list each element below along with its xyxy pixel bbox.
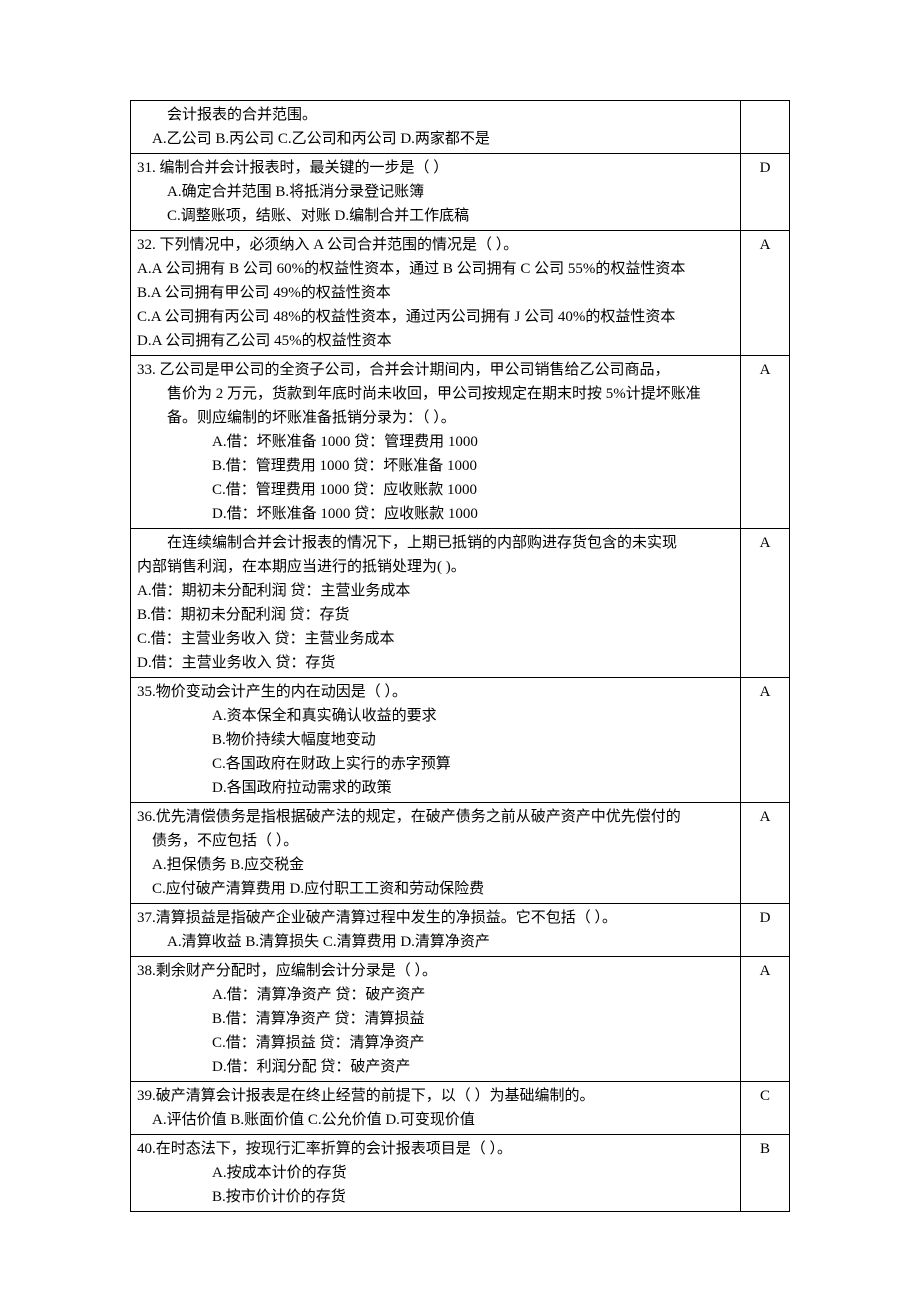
question-line: C.调整账项，结账、对账 D.编制合并工作底稿 xyxy=(137,204,734,228)
question-line: A.担保债务 B.应交税金 xyxy=(137,853,734,877)
question-line: 在连续编制合并会计报表的情况下，上期已抵销的内部购进存货包含的未实现 xyxy=(137,531,734,555)
question-line: B.借：期初未分配利润 贷：存货 xyxy=(137,603,734,627)
answer-cell: A xyxy=(741,529,790,678)
question-line: C.借：管理费用 1000 贷：应收账款 1000 xyxy=(137,478,734,502)
question-line: A.A 公司拥有 B 公司 60%的权益性资本，通过 B 公司拥有 C 公司 5… xyxy=(137,257,734,281)
table-row: 在连续编制合并会计报表的情况下，上期已抵销的内部购进存货包含的未实现内部销售利润… xyxy=(131,529,790,678)
question-line: 37.清算损益是指破产企业破产清算过程中发生的净损益。它不包括（ ）。 xyxy=(137,906,734,930)
question-line: A.评估价值 B.账面价值 C.公允价值 D.可变现价值 xyxy=(137,1108,734,1132)
answer-cell: A xyxy=(741,957,790,1082)
question-line: 债务，不应包括（ ）。 xyxy=(137,829,734,853)
question-line: 33. 乙公司是甲公司的全资子公司，合并会计期间内，甲公司销售给乙公司商品， xyxy=(137,358,734,382)
question-cell: 39.破产清算会计报表是在终止经营的前提下，以（ ）为基础编制的。A.评估价值 … xyxy=(131,1082,741,1135)
question-line: C.各国政府在财政上实行的赤字预算 xyxy=(137,752,734,776)
question-line: C.借：主营业务收入 贷：主营业务成本 xyxy=(137,627,734,651)
question-line: C.A 公司拥有丙公司 48%的权益性资本，通过丙公司拥有 J 公司 40%的权… xyxy=(137,305,734,329)
answer-cell xyxy=(741,101,790,154)
question-line: B.物价持续大幅度地变动 xyxy=(137,728,734,752)
question-line: D.各国政府拉动需求的政策 xyxy=(137,776,734,800)
question-cell: 31. 编制合并会计报表时，最关键的一步是（ ）A.确定合并范围 B.将抵消分录… xyxy=(131,154,741,231)
question-line: 售价为 2 万元，货款到年底时尚未收回，甲公司按规定在期末时按 5%计提坏账准 xyxy=(137,382,734,406)
question-line: 会计报表的合并范围。 xyxy=(137,103,734,127)
question-line: 40.在时态法下，按现行汇率折算的会计报表项目是（ ）。 xyxy=(137,1137,734,1161)
table-row: 35.物价变动会计产生的内在动因是（ ）。A.资本保全和真实确认收益的要求B.物… xyxy=(131,678,790,803)
question-line: A.确定合并范围 B.将抵消分录登记账簿 xyxy=(137,180,734,204)
question-line: A.借：期初未分配利润 贷：主营业务成本 xyxy=(137,579,734,603)
table-row: 32. 下列情况中，必须纳入 A 公司合并范围的情况是（ ）。A.A 公司拥有 … xyxy=(131,231,790,356)
question-line: B.按市价计价的存货 xyxy=(137,1185,734,1209)
question-cell: 在连续编制合并会计报表的情况下，上期已抵销的内部购进存货包含的未实现内部销售利润… xyxy=(131,529,741,678)
question-line: A.清算收益 B.清算损失 C.清算费用 D.清算净资产 xyxy=(137,930,734,954)
question-cell: 会计报表的合并范围。A.乙公司 B.丙公司 C.乙公司和丙公司 D.两家都不是 xyxy=(131,101,741,154)
question-line: A.资本保全和真实确认收益的要求 xyxy=(137,704,734,728)
question-line: C.应付破产清算费用 D.应付职工工资和劳动保险费 xyxy=(137,877,734,901)
table-row: 39.破产清算会计报表是在终止经营的前提下，以（ ）为基础编制的。A.评估价值 … xyxy=(131,1082,790,1135)
question-line: 38.剩余财产分配时，应编制会计分录是（ ）。 xyxy=(137,959,734,983)
question-line: B.借：清算净资产 贷：清算损益 xyxy=(137,1007,734,1031)
answer-cell: A xyxy=(741,356,790,529)
answer-cell: D xyxy=(741,904,790,957)
answer-cell: B xyxy=(741,1135,790,1212)
question-line: A.按成本计价的存货 xyxy=(137,1161,734,1185)
question-line: A.借：清算净资产 贷：破产资产 xyxy=(137,983,734,1007)
question-line: 39.破产清算会计报表是在终止经营的前提下，以（ ）为基础编制的。 xyxy=(137,1084,734,1108)
answer-cell: A xyxy=(741,678,790,803)
question-line: D.A 公司拥有乙公司 45%的权益性资本 xyxy=(137,329,734,353)
answer-cell: A xyxy=(741,231,790,356)
question-line: D.借：坏账准备 1000 贷：应收账款 1000 xyxy=(137,502,734,526)
table-row: 40.在时态法下，按现行汇率折算的会计报表项目是（ ）。A.按成本计价的存货B.… xyxy=(131,1135,790,1212)
question-line: D.借：利润分配 贷：破产资产 xyxy=(137,1055,734,1079)
question-line: B.A 公司拥有甲公司 49%的权益性资本 xyxy=(137,281,734,305)
question-cell: 33. 乙公司是甲公司的全资子公司，合并会计期间内，甲公司销售给乙公司商品，售价… xyxy=(131,356,741,529)
question-line: 36.优先清偿债务是指根据破产法的规定，在破产债务之前从破产资产中优先偿付的 xyxy=(137,805,734,829)
question-line: 31. 编制合并会计报表时，最关键的一步是（ ） xyxy=(137,156,734,180)
question-line: A.借：坏账准备 1000 贷：管理费用 1000 xyxy=(137,430,734,454)
question-cell: 38.剩余财产分配时，应编制会计分录是（ ）。A.借：清算净资产 贷：破产资产B… xyxy=(131,957,741,1082)
question-line: 35.物价变动会计产生的内在动因是（ ）。 xyxy=(137,680,734,704)
table-row: 36.优先清偿债务是指根据破产法的规定，在破产债务之前从破产资产中优先偿付的债务… xyxy=(131,803,790,904)
answer-cell: D xyxy=(741,154,790,231)
table-row: 37.清算损益是指破产企业破产清算过程中发生的净损益。它不包括（ ）。A.清算收… xyxy=(131,904,790,957)
table-row: 33. 乙公司是甲公司的全资子公司，合并会计期间内，甲公司销售给乙公司商品，售价… xyxy=(131,356,790,529)
question-line: 内部销售利润，在本期应当进行的抵销处理为( )。 xyxy=(137,555,734,579)
table-row: 31. 编制合并会计报表时，最关键的一步是（ ）A.确定合并范围 B.将抵消分录… xyxy=(131,154,790,231)
question-line: A.乙公司 B.丙公司 C.乙公司和丙公司 D.两家都不是 xyxy=(137,127,734,151)
question-cell: 35.物价变动会计产生的内在动因是（ ）。A.资本保全和真实确认收益的要求B.物… xyxy=(131,678,741,803)
question-line: B.借：管理费用 1000 贷：坏账准备 1000 xyxy=(137,454,734,478)
question-line: C.借：清算损益 贷：清算净资产 xyxy=(137,1031,734,1055)
answer-cell: C xyxy=(741,1082,790,1135)
question-line: D.借：主营业务收入 贷：存货 xyxy=(137,651,734,675)
table-row: 会计报表的合并范围。A.乙公司 B.丙公司 C.乙公司和丙公司 D.两家都不是 xyxy=(131,101,790,154)
question-cell: 40.在时态法下，按现行汇率折算的会计报表项目是（ ）。A.按成本计价的存货B.… xyxy=(131,1135,741,1212)
answer-cell: A xyxy=(741,803,790,904)
question-cell: 37.清算损益是指破产企业破产清算过程中发生的净损益。它不包括（ ）。A.清算收… xyxy=(131,904,741,957)
question-table: 会计报表的合并范围。A.乙公司 B.丙公司 C.乙公司和丙公司 D.两家都不是3… xyxy=(130,100,790,1212)
question-cell: 32. 下列情况中，必须纳入 A 公司合并范围的情况是（ ）。A.A 公司拥有 … xyxy=(131,231,741,356)
table-row: 38.剩余财产分配时，应编制会计分录是（ ）。A.借：清算净资产 贷：破产资产B… xyxy=(131,957,790,1082)
question-line: 备。则应编制的坏账准备抵销分录为：（ ）。 xyxy=(137,406,734,430)
question-cell: 36.优先清偿债务是指根据破产法的规定，在破产债务之前从破产资产中优先偿付的债务… xyxy=(131,803,741,904)
question-line: 32. 下列情况中，必须纳入 A 公司合并范围的情况是（ ）。 xyxy=(137,233,734,257)
